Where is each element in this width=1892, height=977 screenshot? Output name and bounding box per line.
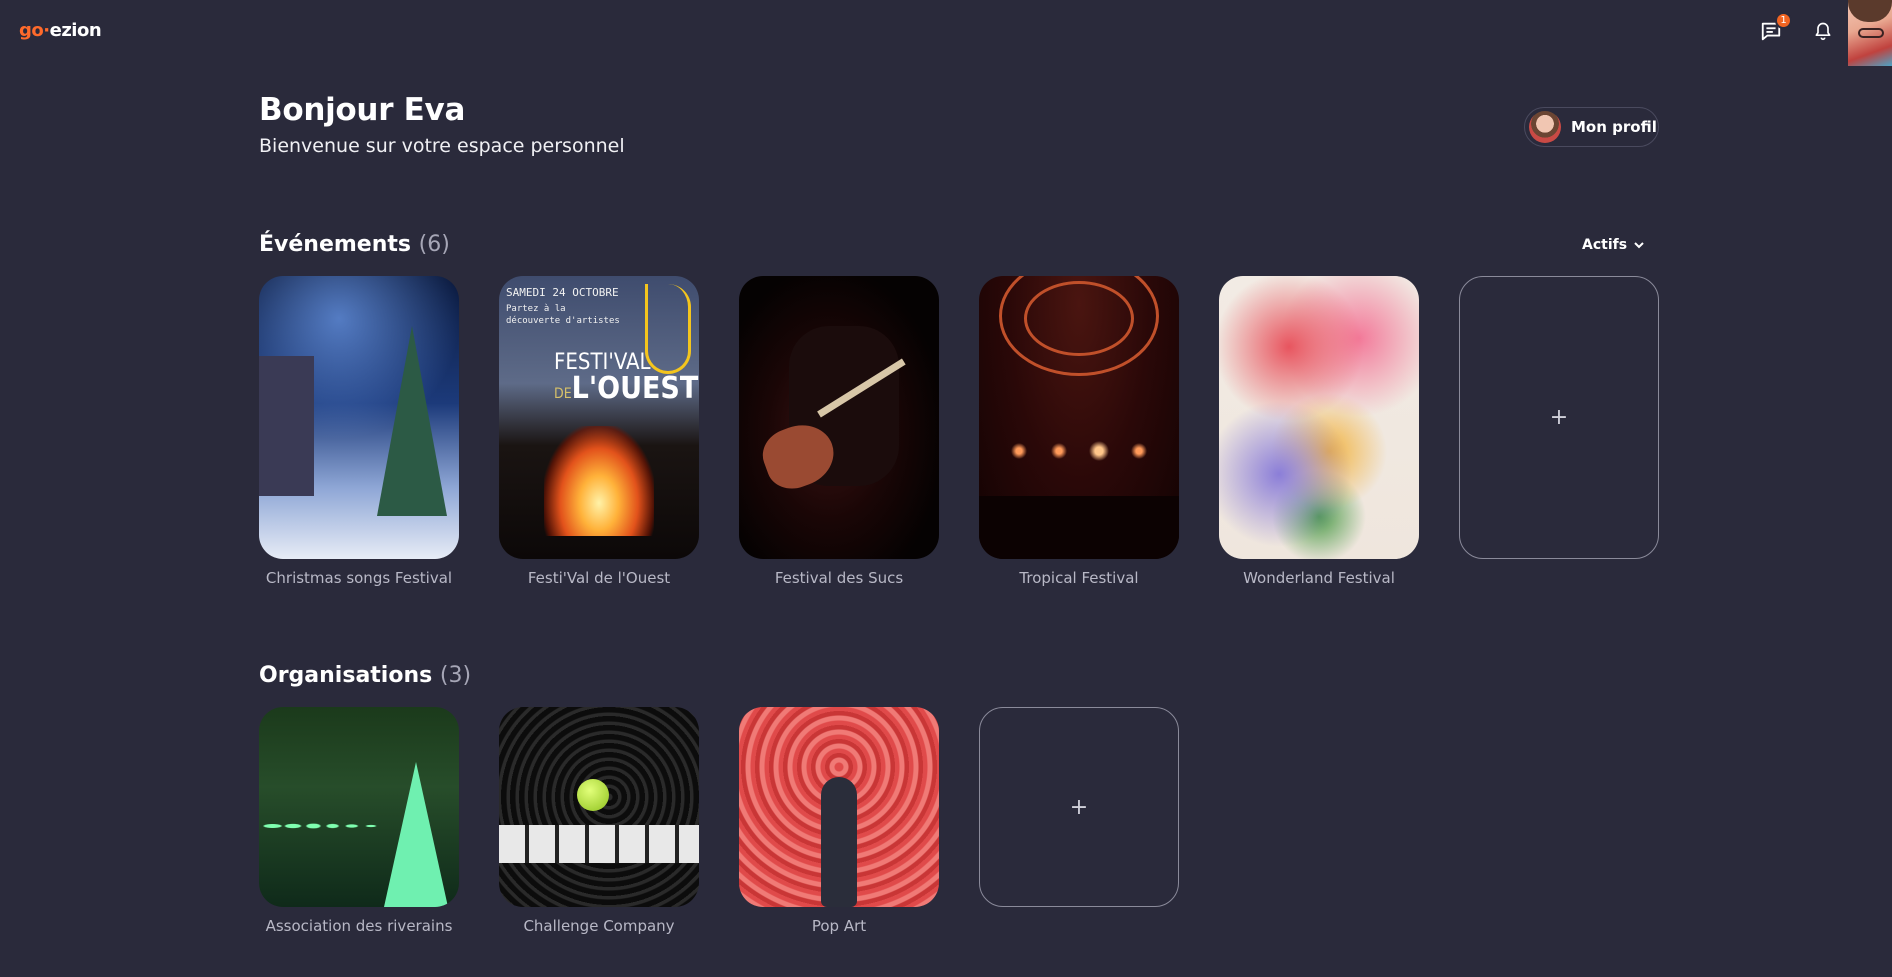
org-title: Challenge Company: [523, 917, 675, 935]
event-title: Tropical Festival: [1019, 569, 1139, 587]
event-image: [739, 276, 939, 559]
plus-icon: +: [1549, 405, 1569, 430]
events-section-title: Événements (6): [259, 232, 450, 257]
org-card-challenge[interactable]: Challenge Company: [499, 707, 699, 935]
notifications-button[interactable]: [1806, 14, 1840, 48]
events-filter-dropdown[interactable]: Actifs: [1582, 237, 1645, 253]
greeting-block: Bonjour Eva Bienvenue sur votre espace p…: [259, 92, 625, 157]
events-filter-label: Actifs: [1582, 237, 1628, 253]
org-card-association[interactable]: Association des riverains: [259, 707, 459, 935]
org-title: Pop Art: [811, 917, 867, 935]
chevron-down-icon: [1634, 242, 1644, 249]
event-image: [259, 276, 459, 559]
event-title: Festival des Sucs: [774, 569, 904, 587]
bell-icon: [1815, 22, 1831, 41]
user-avatar[interactable]: [1848, 0, 1892, 66]
page-subtitle: Bienvenue sur votre espace personnel: [259, 135, 625, 157]
organisations-section-title: Organisations (3): [259, 663, 472, 688]
poster-title: FESTI'VAL DEL'OUEST: [554, 350, 699, 406]
event-image: [979, 276, 1179, 559]
event-title: Festi'Val de l'Ouest: [527, 569, 671, 587]
event-card-christmas[interactable]: Christmas songs Festival: [259, 276, 459, 587]
profile-avatar: [1529, 111, 1561, 143]
event-card-festival-ouest[interactable]: SAMEDI 24 OCTOBRE Partez à la découverte …: [499, 276, 699, 587]
event-title: Christmas songs Festival: [265, 569, 453, 587]
org-image: [499, 707, 699, 907]
event-card-sucs[interactable]: Festival des Sucs: [739, 276, 939, 587]
event-image: SAMEDI 24 OCTOBRE Partez à la découverte …: [499, 276, 699, 559]
my-profile-button[interactable]: Mon profil: [1524, 107, 1659, 147]
page-title: Bonjour Eva: [259, 92, 466, 128]
add-organisation-button[interactable]: +: [979, 707, 1179, 907]
messages-button[interactable]: 1: [1754, 12, 1792, 48]
plus-icon: +: [1069, 794, 1089, 820]
my-profile-label: Mon profil: [1571, 118, 1657, 136]
events-count: (6): [418, 232, 450, 257]
event-image: [1219, 276, 1419, 559]
org-image: [259, 707, 459, 907]
event-card-wonderland[interactable]: Wonderland Festival: [1219, 276, 1419, 587]
poster-date: SAMEDI 24 OCTOBRE: [506, 286, 619, 299]
event-title: Wonderland Festival: [1243, 569, 1395, 587]
org-title: Association des riverains: [265, 917, 453, 935]
org-image: [739, 707, 939, 907]
app-logo[interactable]: go·ezion: [19, 20, 102, 41]
org-card-pop-art[interactable]: Pop Art: [739, 707, 939, 935]
organisations-count: (3): [439, 663, 472, 688]
add-event-button[interactable]: +: [1459, 276, 1659, 559]
poster-tagline: Partez à la découverte d'artistes: [506, 304, 620, 326]
messages-badge: 1: [1775, 12, 1792, 29]
top-bar: go·ezion 1: [0, 0, 1892, 66]
event-card-tropical[interactable]: Tropical Festival: [979, 276, 1179, 587]
